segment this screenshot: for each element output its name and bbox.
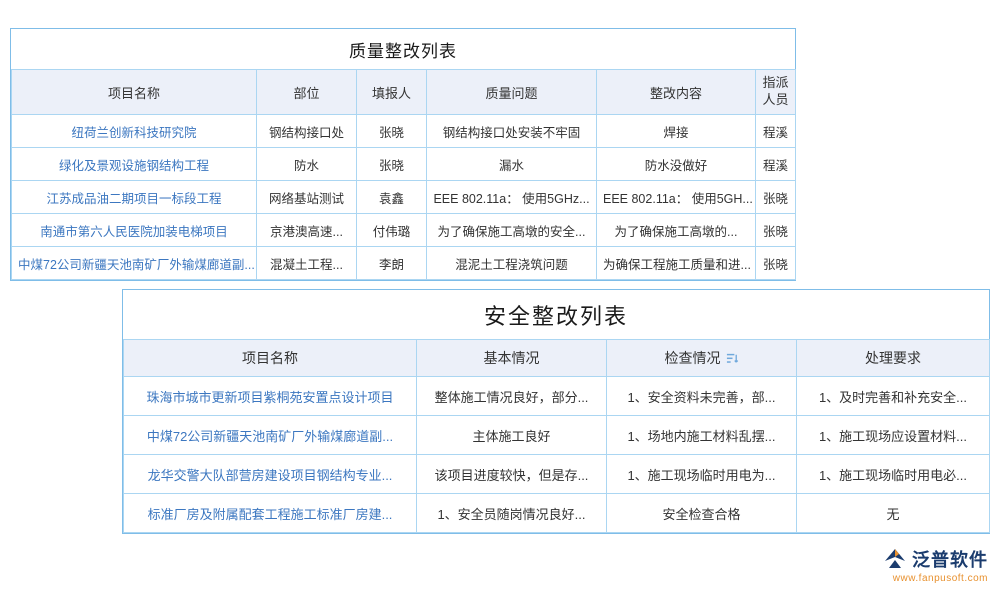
cell-handle: 1、及时完善和补充安全... (797, 377, 990, 416)
cell-content: EEE 802.11a： 使用5GH... (597, 181, 756, 214)
brand-name: 泛普软件 (912, 546, 988, 572)
cell-issue: 漏水 (427, 148, 597, 181)
page: 质量整改列表 项目名称 部位 填报人 质量问题 整改内容 指派人员 纽荷兰创新科… (0, 0, 1000, 600)
safety-col-project-name: 项目名称 (124, 340, 417, 377)
table-row: 绿化及景观设施钢结构工程 防水 张晓 漏水 防水没做好 程溪 (12, 148, 796, 181)
cell-assignee: 程溪 (756, 148, 796, 181)
cell-issue: 混泥土工程浇筑问题 (427, 247, 597, 280)
cell-assignee: 程溪 (756, 115, 796, 148)
project-link[interactable]: 珠海市城市更新项目紫桐苑安置点设计项目 (124, 377, 417, 416)
project-link[interactable]: 纽荷兰创新科技研究院 (12, 115, 257, 148)
quality-table: 项目名称 部位 填报人 质量问题 整改内容 指派人员 纽荷兰创新科技研究院 钢结… (11, 69, 796, 280)
safety-col-check[interactable]: 检查情况 (607, 340, 797, 377)
cell-part: 混凝土工程... (257, 247, 357, 280)
cell-handle: 无 (797, 494, 990, 533)
cell-check: 1、安全资料未完善，部... (607, 377, 797, 416)
table-row: 珠海市城市更新项目紫桐苑安置点设计项目 整体施工情况良好，部分... 1、安全资… (124, 377, 990, 416)
quality-col-issue: 质量问题 (427, 70, 597, 115)
cell-issue: 钢结构接口处安装不牢固 (427, 115, 597, 148)
cell-handle: 1、施工现场临时用电必... (797, 455, 990, 494)
safety-col-check-label: 检查情况 (665, 348, 721, 368)
cell-assignee: 张晓 (756, 181, 796, 214)
cell-content: 为确保工程施工质量和进... (597, 247, 756, 280)
cell-basic: 整体施工情况良好，部分... (417, 377, 607, 416)
project-link[interactable]: 中煤72公司新疆天池南矿厂外输煤廊道副... (12, 247, 257, 280)
cell-issue: 为了确保施工高墩的安全... (427, 214, 597, 247)
footer-brand: 泛普软件 www.fanpusoft.com (858, 546, 988, 584)
quality-col-project-name: 项目名称 (12, 70, 257, 115)
cell-reporter: 李朗 (357, 247, 427, 280)
cell-reporter: 袁鑫 (357, 181, 427, 214)
fanpu-logo-icon (882, 547, 908, 571)
safety-table: 项目名称 基本情况 检查情况 处理要求 (123, 339, 990, 533)
table-row: 龙华交警大队部营房建设项目钢结构专业... 该项目进度较快，但是存... 1、施… (124, 455, 990, 494)
cell-reporter: 付伟璐 (357, 214, 427, 247)
cell-check: 安全检查合格 (607, 494, 797, 533)
cell-reporter: 张晓 (357, 115, 427, 148)
quality-rectification-table: 质量整改列表 项目名称 部位 填报人 质量问题 整改内容 指派人员 纽荷兰创新科… (10, 28, 796, 281)
cell-content: 防水没做好 (597, 148, 756, 181)
table-row: 纽荷兰创新科技研究院 钢结构接口处 张晓 钢结构接口处安装不牢固 焊接 程溪 (12, 115, 796, 148)
project-link[interactable]: 中煤72公司新疆天池南矿厂外输煤廊道副... (124, 416, 417, 455)
cell-reporter: 张晓 (357, 148, 427, 181)
cell-content: 为了确保施工高墩的... (597, 214, 756, 247)
table-row: 中煤72公司新疆天池南矿厂外输煤廊道副... 主体施工良好 1、场地内施工材料乱… (124, 416, 990, 455)
brand-url[interactable]: www.fanpusoft.com (858, 573, 988, 584)
table-row: 中煤72公司新疆天池南矿厂外输煤廊道副... 混凝土工程... 李朗 混泥土工程… (12, 247, 796, 280)
safety-col-basic: 基本情况 (417, 340, 607, 377)
project-link[interactable]: 龙华交警大队部营房建设项目钢结构专业... (124, 455, 417, 494)
safety-rectification-table: 安全整改列表 项目名称 基本情况 检查情况 (122, 289, 990, 534)
project-link[interactable]: 标准厂房及附属配套工程施工标准厂房建... (124, 494, 417, 533)
safety-header-row: 项目名称 基本情况 检查情况 处理要求 (124, 340, 990, 377)
sort-icon[interactable] (726, 352, 739, 365)
project-link[interactable]: 绿化及景观设施钢结构工程 (12, 148, 257, 181)
cell-part: 钢结构接口处 (257, 115, 357, 148)
cell-check: 1、施工现场临时用电为... (607, 455, 797, 494)
cell-content: 焊接 (597, 115, 756, 148)
project-link[interactable]: 江苏成品油二期项目一标段工程 (12, 181, 257, 214)
quality-col-content: 整改内容 (597, 70, 756, 115)
cell-part: 防水 (257, 148, 357, 181)
cell-assignee: 张晓 (756, 247, 796, 280)
cell-basic: 1、安全员随岗情况良好... (417, 494, 607, 533)
cell-assignee: 张晓 (756, 214, 796, 247)
quality-table-title: 质量整改列表 (11, 29, 795, 69)
table-row: 江苏成品油二期项目一标段工程 网络基站测试 袁鑫 EEE 802.11a： 使用… (12, 181, 796, 214)
safety-table-title: 安全整改列表 (123, 290, 989, 339)
table-row: 南通市第六人民医院加装电梯项目 京港澳高速... 付伟璐 为了确保施工高墩的安全… (12, 214, 796, 247)
cell-basic: 该项目进度较快，但是存... (417, 455, 607, 494)
cell-basic: 主体施工良好 (417, 416, 607, 455)
cell-issue: EEE 802.11a： 使用5GHz... (427, 181, 597, 214)
table-row: 标准厂房及附属配套工程施工标准厂房建... 1、安全员随岗情况良好... 安全检… (124, 494, 990, 533)
quality-col-part: 部位 (257, 70, 357, 115)
quality-header-row: 项目名称 部位 填报人 质量问题 整改内容 指派人员 (12, 70, 796, 115)
quality-col-reporter: 填报人 (357, 70, 427, 115)
quality-col-assignee: 指派人员 (756, 70, 796, 115)
safety-col-handle: 处理要求 (797, 340, 990, 377)
project-link[interactable]: 南通市第六人民医院加装电梯项目 (12, 214, 257, 247)
cell-handle: 1、施工现场应设置材料... (797, 416, 990, 455)
cell-check: 1、场地内施工材料乱摆... (607, 416, 797, 455)
cell-part: 网络基站测试 (257, 181, 357, 214)
cell-part: 京港澳高速... (257, 214, 357, 247)
